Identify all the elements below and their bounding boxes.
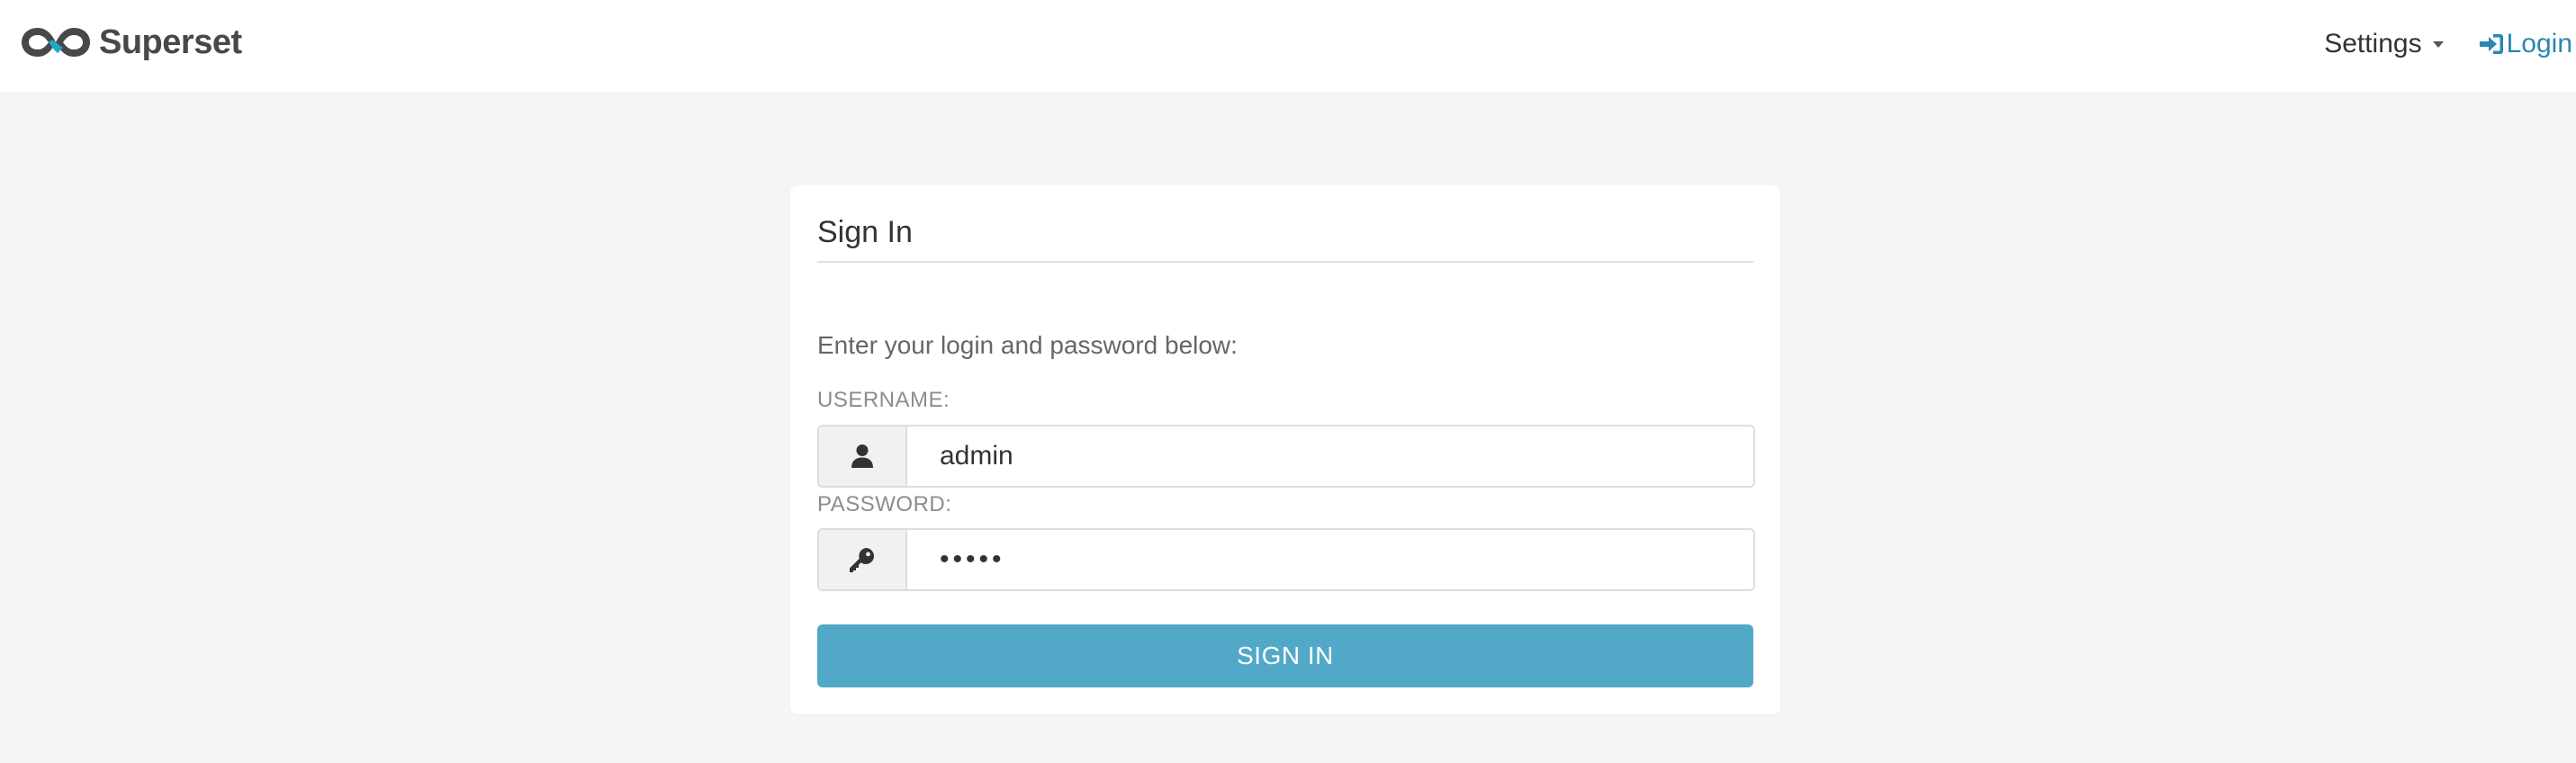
brand-name: Superset xyxy=(99,22,242,61)
login-instructions: Enter your login and password below: xyxy=(817,331,1238,359)
login-label: Login xyxy=(2506,29,2572,58)
login-card: Sign In Enter your login and password be… xyxy=(790,185,1780,714)
username-addon xyxy=(819,426,907,486)
sign-in-icon xyxy=(2479,34,2503,54)
password-addon xyxy=(819,530,907,589)
sign-in-button[interactable]: SIGN IN xyxy=(817,624,1753,687)
key-icon xyxy=(850,548,874,572)
card-title: Sign In xyxy=(817,215,913,249)
top-navbar: Superset Settings Login xyxy=(0,0,2576,92)
superset-logo-icon xyxy=(22,28,90,57)
password-input[interactable] xyxy=(907,530,1753,589)
title-divider xyxy=(817,261,1753,263)
settings-menu[interactable]: Settings xyxy=(2324,29,2444,59)
username-input-group xyxy=(817,425,1755,488)
username-label: USERNAME: xyxy=(817,388,950,412)
settings-label: Settings xyxy=(2324,29,2422,58)
username-input[interactable] xyxy=(907,426,1753,486)
login-link[interactable]: Login xyxy=(2478,29,2572,59)
navbar-right: Settings Login xyxy=(2324,24,2576,64)
brand[interactable]: Superset xyxy=(18,21,242,64)
user-icon xyxy=(851,444,873,468)
caret-down-icon xyxy=(2432,40,2444,48)
password-label: PASSWORD: xyxy=(817,492,952,516)
password-input-group xyxy=(817,528,1755,591)
